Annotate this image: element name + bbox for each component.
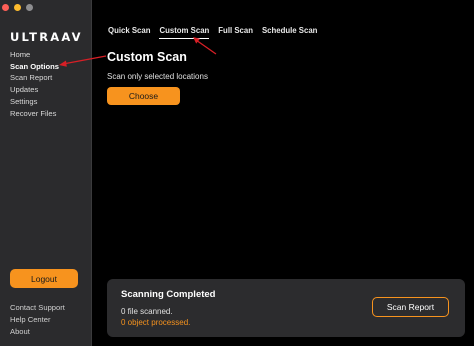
choose-button[interactable]: Choose xyxy=(107,87,180,105)
about-link[interactable]: About xyxy=(10,326,65,338)
arrow-to-custom-scan-tab xyxy=(195,39,217,55)
scan-status-card: Scanning Completed 0 file scanned. 0 obj… xyxy=(107,279,465,337)
scan-report-button[interactable]: Scan Report xyxy=(372,297,449,317)
tab-full-scan[interactable]: Full Scan xyxy=(218,26,253,39)
sidebar-item-scan-report[interactable]: Scan Report xyxy=(10,72,59,84)
contact-support-link[interactable]: Contact Support xyxy=(10,302,65,314)
sidebar-item-updates[interactable]: Updates xyxy=(10,84,59,96)
sidebar-item-home[interactable]: Home xyxy=(10,49,59,61)
help-center-link[interactable]: Help Center xyxy=(10,314,65,326)
tab-quick-scan[interactable]: Quick Scan xyxy=(108,26,150,39)
sidebar: ULTRAAV Home Scan Options Scan Report Up… xyxy=(0,0,92,346)
sidebar-footer: Contact Support Help Center About xyxy=(10,302,65,338)
sidebar-nav: Home Scan Options Scan Report Updates Se… xyxy=(10,49,59,119)
window-controls xyxy=(2,4,33,11)
logout-button[interactable]: Logout xyxy=(10,269,78,288)
page-subtitle: Scan only selected locations xyxy=(107,72,208,81)
tab-schedule-scan[interactable]: Schedule Scan xyxy=(262,26,317,39)
zoom-window-button[interactable] xyxy=(26,4,33,11)
sidebar-item-settings[interactable]: Settings xyxy=(10,96,59,108)
tab-custom-scan[interactable]: Custom Scan xyxy=(159,26,210,39)
status-title: Scanning Completed xyxy=(121,289,216,300)
files-scanned-text: 0 file scanned. xyxy=(121,307,173,316)
sidebar-item-scan-options[interactable]: Scan Options xyxy=(10,61,59,73)
app-logo: ULTRAAV xyxy=(10,30,83,44)
objects-processed-text: 0 object processed. xyxy=(121,318,191,327)
sidebar-item-recover-files[interactable]: Recover Files xyxy=(10,108,59,120)
app-window: ULTRAAV Home Scan Options Scan Report Up… xyxy=(0,0,474,346)
scan-tabs: Quick Scan Custom Scan Full Scan Schedul… xyxy=(108,26,326,39)
page-title: Custom Scan xyxy=(107,50,187,64)
minimize-window-button[interactable] xyxy=(14,4,21,11)
close-window-button[interactable] xyxy=(2,4,9,11)
